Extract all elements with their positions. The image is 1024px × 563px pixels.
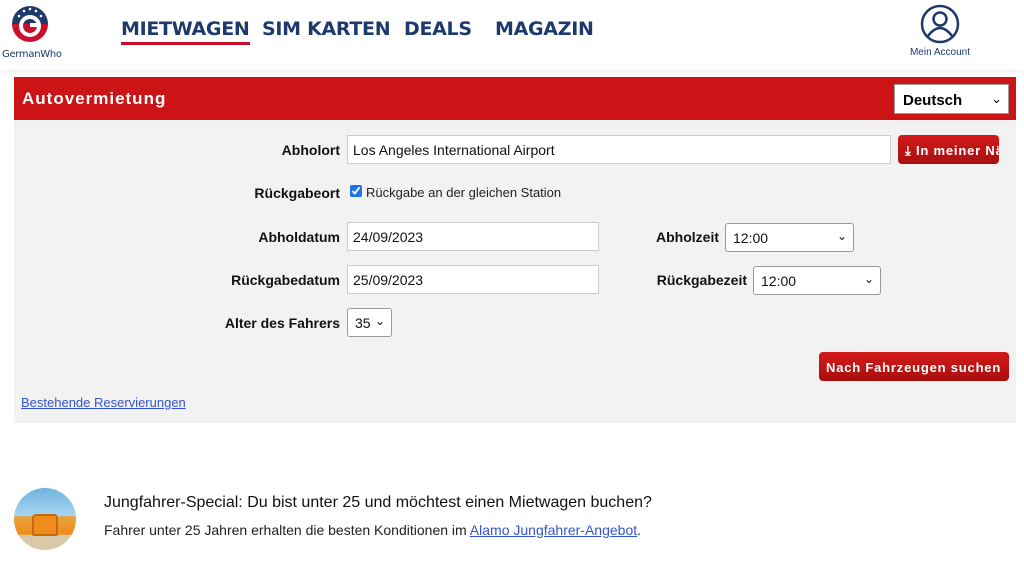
alamo-link[interactable]: Alamo Jungfahrer-Angebot: [470, 522, 637, 538]
chevron-down-icon: ⌄: [836, 229, 847, 243]
top-header: GermanWho MIETWAGEN SIM KARTEN DEALS MAG…: [0, 0, 1024, 70]
account-label: Mein Account: [909, 47, 971, 58]
logo[interactable]: GermanWho: [2, 4, 62, 60]
location-pin-icon: ⤓: [905, 143, 916, 158]
pickup-label: Abholort: [281, 142, 340, 158]
return-label: Rückgabeort: [254, 185, 340, 201]
logo-text: GermanWho: [2, 49, 62, 60]
promo-title: Jungfahrer-Special: Du bist unter 25 und…: [104, 494, 652, 511]
nav-magazin[interactable]: MAGAZIN: [495, 18, 594, 40]
account-button[interactable]: Mein Account: [900, 4, 980, 58]
search-button[interactable]: Nach Fahrzeugen suchen: [819, 352, 1009, 381]
logo-icon: [12, 6, 48, 42]
pickup-time-value: 12:00: [733, 230, 769, 246]
age-label: Alter des Fahrers: [224, 315, 340, 331]
return-date-label: Rückgabedatum: [231, 272, 340, 288]
return-time-value: 12:00: [761, 273, 797, 289]
nav-mietwagen[interactable]: MIETWAGEN: [121, 18, 250, 45]
existing-reservations-link[interactable]: Bestehende Reservierungen: [21, 395, 186, 410]
return-time-label: Rückgabezeit: [656, 272, 747, 288]
promo-image: [14, 488, 76, 550]
nav-sim-karten[interactable]: SIM KARTEN: [262, 18, 391, 40]
pickup-time-label: Abholzeit: [656, 229, 719, 245]
same-station-label: Rückgabe an der gleichen Station: [366, 185, 562, 200]
user-icon: [920, 4, 960, 44]
promo-text-end: .: [637, 522, 642, 538]
chevron-down-icon: ⌄: [991, 91, 1002, 106]
promo-text: Fahrer unter 25 Jahren erhalten die best…: [104, 522, 641, 538]
nearby-button[interactable]: ⤓ In meiner Nähe: [898, 135, 999, 164]
return-date-input[interactable]: 25/09/2023: [347, 265, 599, 294]
nearby-label: In meiner Nähe: [915, 143, 999, 158]
chevron-down-icon: ⌄: [374, 314, 385, 328]
chevron-down-icon: ⌄: [863, 272, 874, 286]
return-time-select[interactable]: 12:00 ⌄: [753, 266, 881, 295]
pickup-date-label: Abholdatum: [258, 229, 340, 245]
age-select[interactable]: 35 ⌄: [347, 308, 392, 337]
same-station-checkbox[interactable]: [350, 185, 362, 197]
pickup-time-select[interactable]: 12:00 ⌄: [725, 223, 854, 252]
form-header: Autovermietung Deutsch ⌄: [14, 77, 1016, 120]
pickup-date-input[interactable]: 24/09/2023: [347, 222, 599, 251]
age-value: 35: [355, 315, 371, 331]
pickup-input[interactable]: Los Angeles International Airport: [347, 135, 891, 164]
promo-text-body: Fahrer unter 25 Jahren erhalten die best…: [104, 522, 470, 538]
form-title: Autovermietung: [22, 89, 167, 108]
language-select[interactable]: Deutsch ⌄: [894, 84, 1009, 114]
language-value: Deutsch: [903, 92, 963, 109]
nav-deals[interactable]: DEALS: [404, 18, 472, 40]
